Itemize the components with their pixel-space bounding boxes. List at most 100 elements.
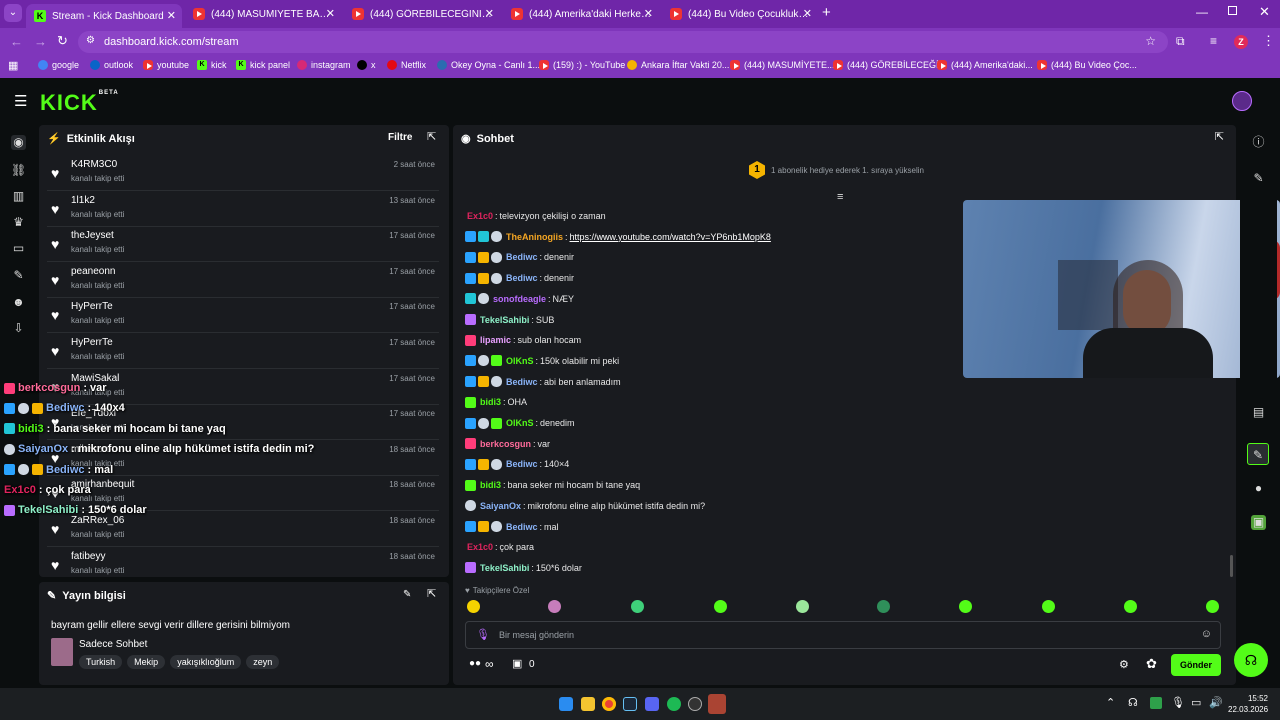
file-explorer-icon[interactable] bbox=[581, 697, 595, 711]
subscription-banner[interactable]: 1 1 abonelik hediye ederek 1. sıraya yük… bbox=[749, 161, 924, 179]
users-icon[interactable]: ☻ bbox=[11, 295, 26, 310]
chat-message[interactable]: Ex1c0: televizyon çekilişi o zaman bbox=[465, 207, 606, 225]
trophy-icon[interactable]: ♛ bbox=[11, 215, 26, 230]
stream-tag[interactable]: zeyn bbox=[246, 655, 280, 669]
bookmark-star-icon[interactable]: ☆ bbox=[1145, 34, 1156, 48]
emote-3[interactable] bbox=[631, 600, 644, 613]
site-info-icon[interactable]: ⚙ bbox=[86, 35, 95, 46]
hamburger-menu-icon[interactable]: ☰ bbox=[14, 92, 27, 110]
follower-username[interactable]: theJeyset bbox=[71, 230, 114, 241]
apps-grid-icon[interactable]: ▦ bbox=[8, 59, 18, 72]
minimize-button[interactable]: — bbox=[1196, 5, 1208, 19]
bookmark-item[interactable]: (444) Amerika'daki... bbox=[937, 60, 1033, 70]
microphone-icon[interactable]: 🎙 bbox=[476, 628, 490, 641]
activity-item[interactable]: ♥ theJeyset kanalı takip etti 17 saat önce bbox=[47, 226, 439, 263]
bookmark-item[interactable]: (159) :) - YouTube bbox=[539, 60, 625, 70]
chat-message[interactable]: berkcosgun: var bbox=[465, 435, 550, 453]
chrome-icon[interactable] bbox=[602, 697, 616, 711]
stream-tag[interactable]: yakışıklıoğlum bbox=[170, 655, 242, 669]
tab-close-icon[interactable]: ✕ bbox=[485, 7, 494, 20]
follower-username[interactable]: fatibeyy bbox=[71, 551, 105, 562]
chat-message[interactable]: Bediwc: abi ben anlamadım bbox=[465, 373, 621, 391]
chat-username[interactable]: lipamic bbox=[480, 335, 511, 345]
bookmark-item[interactable]: Okey Oyna - Canlı 1... bbox=[437, 60, 540, 70]
follower-username[interactable]: K4RM3C0 bbox=[71, 159, 117, 170]
close-window-button[interactable]: ✕ bbox=[1259, 4, 1270, 20]
discord-icon[interactable] bbox=[645, 697, 659, 711]
chat-message[interactable]: bidi3: bana seker mi hocam bi tane yaq bbox=[465, 476, 640, 494]
chat-username[interactable]: Bediwc bbox=[506, 522, 538, 532]
bookmark-item[interactable]: Kkick panel bbox=[236, 60, 290, 70]
back-icon[interactable]: ← bbox=[10, 34, 23, 49]
chat-message[interactable]: Ex1c0: çok para bbox=[465, 538, 534, 556]
wrench-icon[interactable]: ✎ bbox=[11, 268, 26, 283]
tray-app-icon[interactable] bbox=[1150, 697, 1162, 709]
bookmark-item[interactable]: (444) Bu Video Çoc... bbox=[1037, 60, 1137, 70]
emote-8[interactable] bbox=[1042, 600, 1055, 613]
app-rail-icon[interactable]: ▣ bbox=[1251, 515, 1266, 530]
forward-icon[interactable]: → bbox=[34, 34, 47, 49]
chat-username[interactable]: Bediwc bbox=[506, 252, 538, 262]
bookmark-item[interactable]: x bbox=[357, 60, 376, 70]
chat-username[interactable]: bidi3 bbox=[480, 397, 501, 407]
chat-input-box[interactable]: 🎙 Bir mesaj gönderin ☺ bbox=[465, 621, 1221, 649]
tray-chevron-icon[interactable]: ⌃ bbox=[1106, 696, 1115, 709]
chat-username[interactable]: SaiyanOx bbox=[480, 501, 521, 511]
chat-message[interactable]: Bediwc: mal bbox=[465, 518, 559, 536]
kicks-icon[interactable]: ●● bbox=[469, 658, 481, 669]
activity-item[interactable]: ♥ 1l1k2 kanalı takip etti 13 saat önce bbox=[47, 191, 439, 227]
chat-username[interactable]: sonofdeagle bbox=[493, 294, 546, 304]
support-chat-button[interactable]: ☊ bbox=[1234, 643, 1268, 677]
chat-message[interactable]: sonofdeagle: NÆY bbox=[465, 290, 574, 308]
bookmark-item[interactable]: instagram bbox=[297, 60, 351, 70]
app-steam-active-icon[interactable] bbox=[708, 694, 726, 714]
browser-tab[interactable]: (444) GÖREBİLECEĞİNİZ EN ŞE✕ bbox=[344, 2, 500, 26]
new-tab-button[interactable]: + bbox=[822, 4, 831, 21]
kicks-rail-icon[interactable]: ● bbox=[1251, 481, 1266, 496]
emoji-picker-icon[interactable]: ☺ bbox=[1201, 628, 1212, 640]
chat-username[interactable]: Bediwc bbox=[506, 459, 538, 469]
activity-item[interactable]: ♥ ZaRRex_06 kanalı takip etti 18 saat önce bbox=[47, 511, 439, 547]
follower-username[interactable]: HyPerrTe bbox=[71, 337, 113, 348]
chat-text[interactable]: https://www.youtube.com/watch?v=YP6nb1Mo… bbox=[570, 232, 771, 242]
browser-tab[interactable]: (444) MASUMİYETE BAK! - MAS✕ bbox=[185, 2, 341, 26]
chat-username[interactable]: TekelSahibi bbox=[480, 563, 529, 573]
analytics-icon[interactable]: ▥ bbox=[11, 189, 26, 204]
tab-close-icon[interactable]: ✕ bbox=[644, 7, 653, 20]
chat-scrollbar[interactable] bbox=[1230, 555, 1233, 577]
chat-message[interactable]: Bediwc: denenir bbox=[465, 269, 574, 287]
restore-button[interactable] bbox=[1228, 6, 1237, 15]
emote-2[interactable] bbox=[548, 600, 561, 613]
download-icon[interactable]: ⇩ bbox=[11, 321, 26, 336]
emote-4[interactable] bbox=[714, 600, 727, 613]
pencil-icon[interactable]: ✎ bbox=[1251, 171, 1266, 186]
steam-icon[interactable] bbox=[623, 697, 637, 711]
chat-username[interactable]: TekelSahibi bbox=[480, 315, 529, 325]
bookmark-item[interactable]: youtube bbox=[143, 60, 189, 70]
emote-9[interactable] bbox=[1124, 600, 1137, 613]
popout-icon[interactable]: ⇱ bbox=[427, 130, 436, 143]
bookmark-item[interactable]: outlook bbox=[90, 60, 133, 70]
activity-item[interactable]: ♥ K4RM3C0 kanalı takip etti 2 saat önce bbox=[47, 155, 439, 191]
browser-tab[interactable]: (444) Bu Video Çocukluk Travm✕ bbox=[662, 2, 818, 26]
pinned-toggle-icon[interactable]: ≡ bbox=[837, 191, 843, 203]
browser-tab[interactable]: K Stream - Kick Dashboard ✕ bbox=[26, 4, 182, 28]
chat-message[interactable]: OlKnS: denedim bbox=[465, 414, 575, 432]
chat-message[interactable]: bidi3: OHA bbox=[465, 393, 527, 411]
user-avatar[interactable] bbox=[1232, 91, 1252, 111]
chat-message[interactable]: Bediwc: 140×4 bbox=[465, 455, 569, 473]
bookmark-item[interactable]: (444) GÖREBİLECEĞİ... bbox=[833, 60, 946, 70]
kick-logo[interactable]: KICKBETA bbox=[40, 90, 119, 116]
volume-icon[interactable]: 🔊 bbox=[1209, 696, 1223, 709]
emote-6[interactable] bbox=[877, 600, 890, 613]
bookmark-item[interactable]: Kkick bbox=[197, 60, 227, 70]
broadcast-icon[interactable]: ◉ bbox=[11, 135, 26, 150]
tab-close-icon[interactable]: ✕ bbox=[803, 7, 812, 20]
chat-message[interactable]: TheAninogiis: https://www.youtube.com/wa… bbox=[465, 228, 771, 246]
chat-message[interactable]: SaiyanOx: mikrofonu eline alıp hükümet i… bbox=[465, 497, 705, 515]
chat-popout-icon[interactable]: ⇱ bbox=[1215, 130, 1224, 143]
sticker-icon[interactable]: ✿ bbox=[1146, 656, 1157, 672]
bookmark-item[interactable]: google bbox=[38, 60, 79, 70]
reload-icon[interactable]: ↻ bbox=[57, 33, 68, 49]
bookmark-item[interactable]: (444) MASUMİYETE... bbox=[730, 60, 835, 70]
